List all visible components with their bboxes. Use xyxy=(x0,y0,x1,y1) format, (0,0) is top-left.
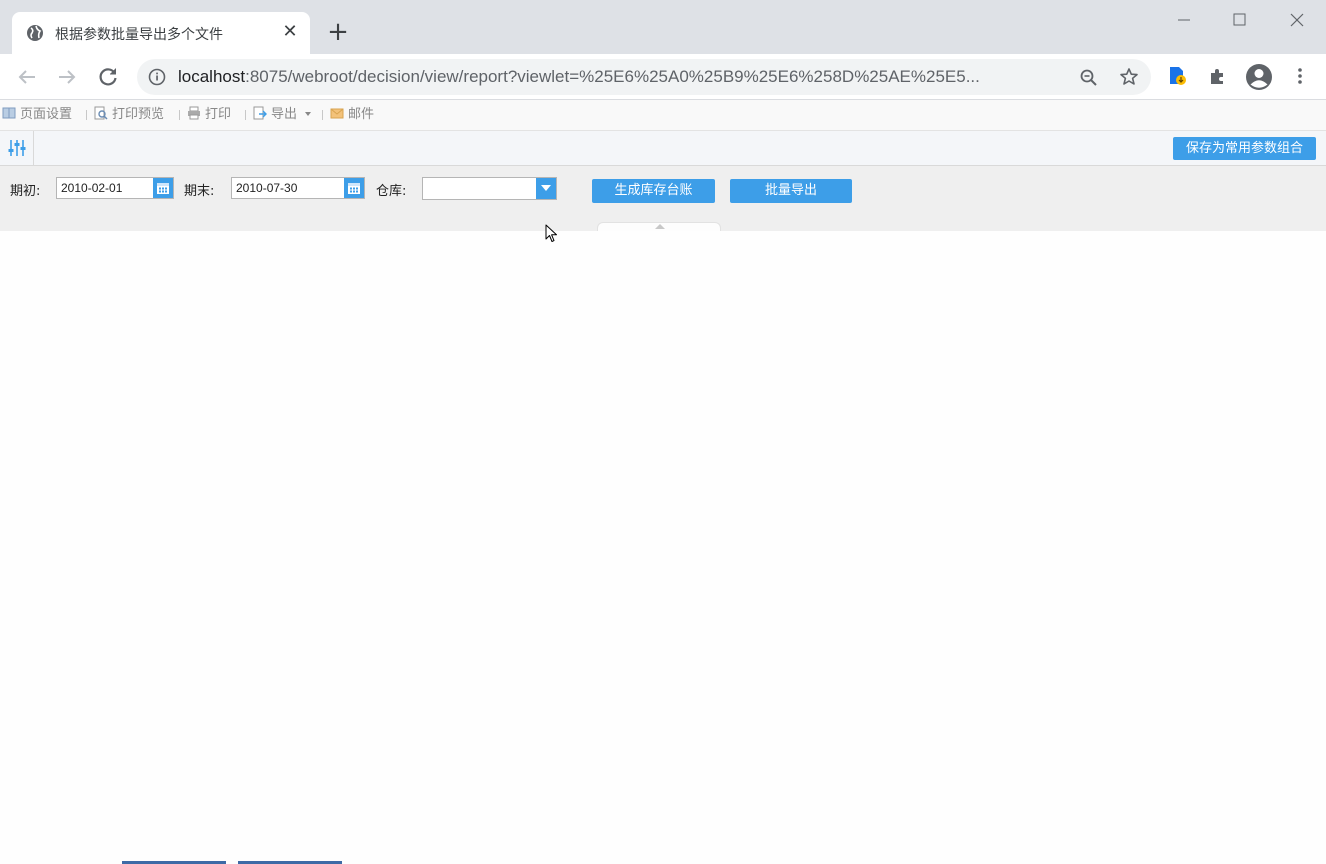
collapse-parameter-panel-tab[interactable] xyxy=(597,222,721,231)
print-preview-icon xyxy=(94,106,108,120)
chevron-down-icon xyxy=(541,185,551,191)
mail-button[interactable]: 邮件 xyxy=(330,106,374,124)
report-toolbar: 页面设置 打印预览 打印 导出 邮件 xyxy=(0,100,1326,131)
browser-titlebar: 根据参数批量导出多个文件 ✕ + xyxy=(0,0,1326,54)
print-label: 打印 xyxy=(205,107,232,122)
toolbar-divider xyxy=(86,110,87,120)
menu-kebab-icon[interactable] xyxy=(1289,65,1311,87)
printer-icon xyxy=(188,106,200,120)
print-button[interactable]: 打印 xyxy=(187,106,231,124)
parameter-header-bar: 保存为常用参数组合 xyxy=(0,131,1326,166)
start-date-calendar-button[interactable] xyxy=(153,178,173,198)
bookmark-star-icon[interactable] xyxy=(1119,67,1139,87)
browser-tab[interactable]: 根据参数批量导出多个文件 ✕ xyxy=(12,12,310,54)
reload-icon[interactable] xyxy=(96,65,120,89)
page-setup-label: 页面设置 xyxy=(20,107,73,122)
end-date-calendar-button[interactable] xyxy=(344,178,364,198)
generate-inventory-ledger-button[interactable]: 生成库存台账 xyxy=(592,179,715,203)
back-arrow-icon[interactable] xyxy=(15,65,39,89)
batch-export-button[interactable]: 批量导出 xyxy=(730,179,852,203)
export-dropdown-button[interactable]: 导出 xyxy=(253,106,312,124)
url-text[interactable]: localhost:8075/webroot/decision/view/rep… xyxy=(178,67,1058,87)
mail-label: 邮件 xyxy=(348,107,375,122)
export-label: 导出 xyxy=(271,107,298,122)
toolbar-divider xyxy=(179,110,180,120)
export-icon xyxy=(253,106,267,120)
chevron-up-icon xyxy=(655,224,665,229)
warehouse-dropdown-button[interactable] xyxy=(536,178,556,199)
extensions-puzzle-icon[interactable] xyxy=(1207,65,1229,87)
mouse-cursor-icon xyxy=(545,224,557,242)
new-tab-button[interactable]: + xyxy=(326,19,350,45)
zoom-out-icon[interactable] xyxy=(1079,68,1099,88)
print-preview-button[interactable]: 打印预览 xyxy=(94,106,164,124)
tab-close-icon[interactable]: ✕ xyxy=(280,22,300,42)
profile-avatar-icon[interactable] xyxy=(1245,63,1273,91)
window-close-icon[interactable] xyxy=(1274,8,1320,32)
end-date-label: 期末: xyxy=(184,184,215,199)
minimize-icon[interactable] xyxy=(1160,8,1206,32)
globe-icon xyxy=(27,25,43,41)
calendar-icon xyxy=(348,183,360,194)
end-date-value: 2010-07-30 xyxy=(236,181,298,195)
browser-toolbar: localhost:8075/webroot/decision/view/rep… xyxy=(0,54,1326,100)
info-icon[interactable] xyxy=(148,68,166,86)
start-date-label: 期初: xyxy=(10,184,41,199)
warehouse-label: 仓库: xyxy=(376,184,407,199)
maximize-icon[interactable] xyxy=(1216,8,1262,32)
print-preview-label: 打印预览 xyxy=(112,107,165,122)
forward-arrow-icon[interactable] xyxy=(55,65,79,89)
end-date-field[interactable]: 2010-07-30 xyxy=(231,177,365,199)
toolbar-divider xyxy=(245,110,246,120)
url-path: :8075/webroot/decision/view/report?viewl… xyxy=(245,67,980,86)
tab-title: 根据参数批量导出多个文件 xyxy=(55,27,223,43)
sliders-icon xyxy=(8,140,26,156)
url-host: localhost xyxy=(178,67,246,86)
page-setup-button[interactable]: 页面设置 xyxy=(2,106,72,124)
calendar-icon xyxy=(157,183,169,194)
toolbar-divider xyxy=(322,110,323,120)
extension-file-icon[interactable] xyxy=(1167,65,1189,87)
chevron-down-icon xyxy=(305,112,312,116)
parameter-panel-toggle[interactable] xyxy=(0,131,34,165)
warehouse-select[interactable] xyxy=(422,177,557,200)
start-date-field[interactable]: 2010-02-01 xyxy=(56,177,174,199)
address-bar[interactable]: localhost:8075/webroot/decision/view/rep… xyxy=(137,59,1151,95)
mail-icon xyxy=(330,108,344,119)
page-setup-icon xyxy=(2,107,16,119)
start-date-value: 2010-02-01 xyxy=(61,181,123,195)
save-parameter-combination-button[interactable]: 保存为常用参数组合 xyxy=(1173,137,1316,160)
